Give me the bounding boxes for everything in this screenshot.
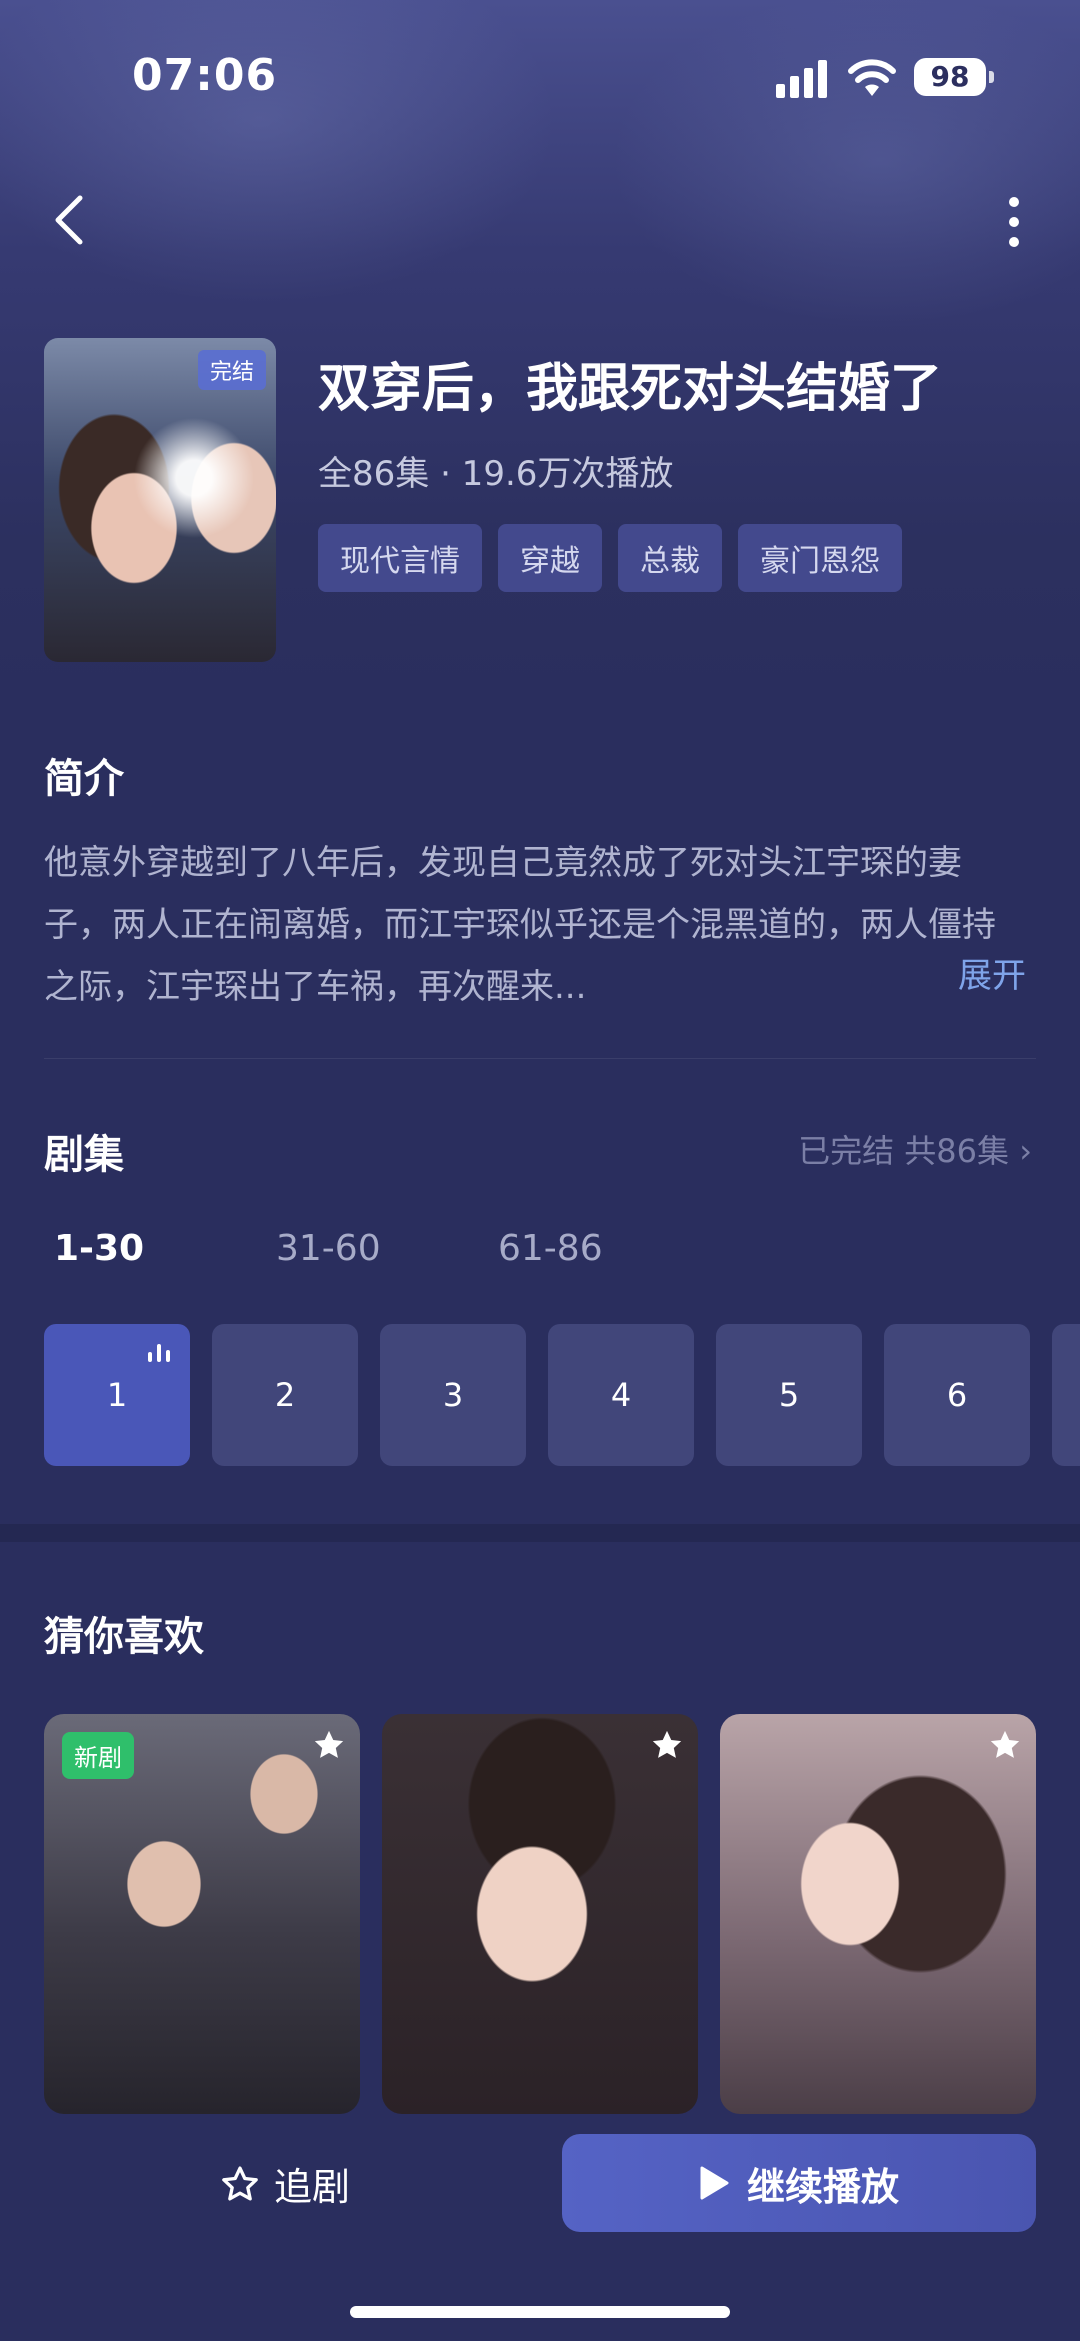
completed-badge: 完结 <box>197 350 266 390</box>
tab-range-2[interactable]: 31-60 <box>276 1228 498 1269</box>
episode-number: 3 <box>442 1376 464 1414</box>
follow-label: 追剧 <box>274 2165 351 2209</box>
tab-range-1[interactable]: 1-30 <box>54 1228 276 1269</box>
wifi-icon <box>848 59 896 96</box>
drama-title: 双穿后，我跟死对头结婚了 <box>318 359 943 419</box>
episode-button[interactable]: 3 <box>380 1324 526 1466</box>
episodes-status: 已完结 共86集 <box>798 1132 1010 1170</box>
home-indicator[interactable] <box>350 2306 730 2318</box>
episode-button[interactable]: 2 <box>212 1324 358 1466</box>
cellular-signal-icon <box>776 58 832 98</box>
follow-button[interactable]: 追剧 <box>220 2156 350 2211</box>
episode-number: 1 <box>106 1376 128 1414</box>
status-bar: 07:06 98 <box>0 0 1080 150</box>
tag[interactable]: 穿越 <box>498 524 602 592</box>
episode-list: 1 2 3 4 5 6 <box>44 1324 1080 1466</box>
intro-text: 他意外穿越到了八年后，发现自己竟然成了死对头江宇琛的妻子，两人正在闹离婚，而江宇… <box>44 843 996 1007</box>
episode-button[interactable]: 4 <box>548 1324 694 1466</box>
recommend-card[interactable]: 新剧 <box>44 1714 360 2114</box>
episode-number: 6 <box>946 1376 968 1414</box>
tag[interactable]: 现代言情 <box>318 524 482 592</box>
recommend-card[interactable] <box>720 1714 1036 2114</box>
tag[interactable]: 总裁 <box>618 524 722 592</box>
drama-meta: 全86集 · 19.6万次播放 <box>318 454 674 494</box>
episode-number: 2 <box>274 1376 296 1414</box>
tag[interactable]: 豪门恩怨 <box>738 524 902 592</box>
drama-cover-image: 完结 <box>44 338 276 662</box>
episode-button[interactable]: 5 <box>716 1324 862 1466</box>
episodes-status-link[interactable]: 已完结 共86集 › <box>798 1126 1032 1172</box>
divider <box>44 1058 1036 1059</box>
back-icon[interactable] <box>46 190 96 250</box>
expand-link[interactable]: 展开 <box>958 948 1026 997</box>
episodes-heading: 剧集 <box>44 1132 124 1178</box>
new-badge: 新剧 <box>62 1732 134 1779</box>
status-time: 07:06 <box>132 50 278 101</box>
recommend-card[interactable] <box>382 1714 698 2114</box>
section-separator <box>0 1524 1080 1542</box>
episode-number: 5 <box>778 1376 800 1414</box>
episode-range-tabs: 1-30 31-60 61-86 <box>54 1228 720 1269</box>
episode-button[interactable]: 6 <box>884 1324 1030 1466</box>
star-icon[interactable] <box>988 1728 1022 1762</box>
continue-play-button[interactable]: 继续播放 <box>562 2134 1036 2232</box>
tab-range-3[interactable]: 61-86 <box>498 1228 720 1269</box>
chevron-right-icon: › <box>1019 1132 1032 1170</box>
tag-list: 现代言情 穿越 总裁 豪门恩怨 <box>318 524 902 592</box>
recommend-heading: 猜你喜欢 <box>44 1614 204 1660</box>
battery-indicator: 98 <box>914 58 994 96</box>
episode-button-partial[interactable] <box>1052 1324 1080 1466</box>
episode-button[interactable]: 1 <box>44 1324 190 1466</box>
play-icon <box>700 2166 729 2200</box>
star-icon[interactable] <box>650 1728 684 1762</box>
episode-number: 4 <box>610 1376 632 1414</box>
now-playing-icon <box>148 1342 172 1362</box>
star-icon[interactable] <box>312 1728 346 1762</box>
continue-play-label: 继续播放 <box>746 2164 899 2209</box>
intro-heading: 简介 <box>44 756 124 802</box>
more-options-icon[interactable] <box>994 192 1034 252</box>
star-outline-icon <box>222 2166 258 2200</box>
